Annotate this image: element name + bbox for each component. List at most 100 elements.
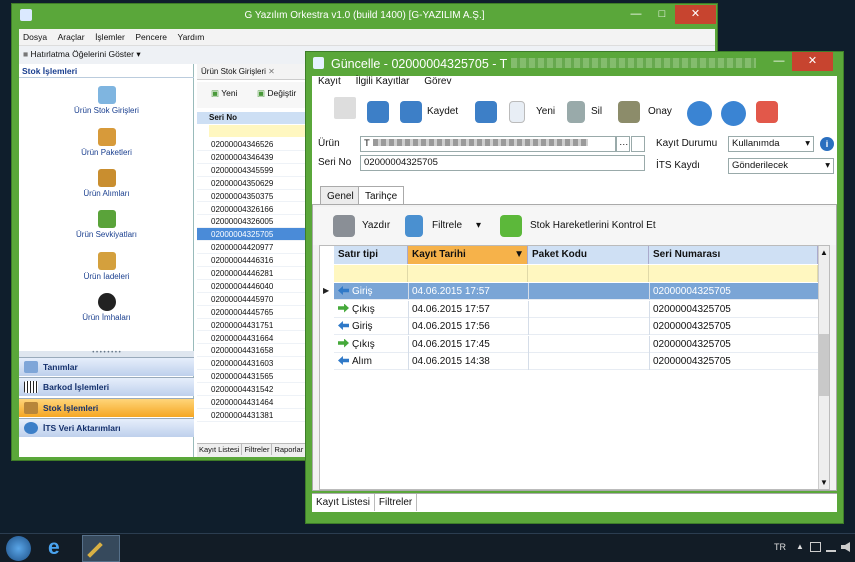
list-item[interactable]: 02000004446040: [197, 280, 315, 293]
list-item[interactable]: 02000004431658: [197, 344, 315, 358]
network-icon[interactable]: [826, 542, 836, 552]
tab-kayit-listesi[interactable]: Kayıt Listesi: [197, 444, 243, 455]
change-button[interactable]: ▣ Değiştir: [257, 88, 296, 99]
tab-kayit-listesi[interactable]: Kayıt Listesi: [312, 494, 375, 511]
menu-kayit[interactable]: Kayıt: [318, 76, 341, 87]
tab-raporlar[interactable]: Raporlar: [272, 444, 307, 455]
list-item[interactable]: 02000004420977: [197, 241, 315, 255]
list-item[interactable]: 02000004346439: [197, 151, 315, 164]
nav-its[interactable]: İTS Veri Aktarımları: [19, 418, 194, 437]
list-item[interactable]: 02000004346526: [197, 138, 315, 151]
side-item-alimlari[interactable]: Ürün Alımları: [19, 169, 194, 198]
col-satir-tipi[interactable]: Satır tipi: [334, 246, 408, 264]
internet-explorer-icon[interactable]: e: [48, 536, 78, 561]
save-button[interactable]: Kaydet: [400, 101, 470, 123]
nav-tanimlar[interactable]: Tanımlar: [19, 357, 194, 376]
filter-kayit-tarihi[interactable]: [408, 265, 528, 282]
table-row[interactable]: Alım 04.06.2015 14:38 02000004325705: [334, 353, 818, 370]
nav-barkod[interactable]: Barkod İşlemleri: [19, 377, 194, 396]
list-item[interactable]: 02000004431565: [197, 370, 315, 384]
volume-icon[interactable]: [841, 542, 850, 552]
tab-filtreler[interactable]: Filtreler: [375, 494, 418, 511]
filter-paket-kodu[interactable]: [528, 265, 649, 282]
print-button[interactable]: Yazdır: [333, 215, 393, 237]
list-item[interactable]: 02000004446316: [197, 254, 315, 267]
table-row[interactable]: Giriş 04.06.2015 17:57 02000004325705 ▶: [323, 283, 818, 300]
list-item[interactable]: 02000004345599: [197, 164, 315, 177]
filter-seri-numarasi[interactable]: [649, 265, 818, 282]
tab-stok-girisleri[interactable]: Ürün Stok Girişleri ✕: [197, 64, 315, 80]
side-item-paketleri[interactable]: Ürün Paketleri: [19, 128, 194, 157]
list-item[interactable]: 02000004445970: [197, 293, 315, 306]
maximize-icon[interactable]: □: [649, 5, 675, 24]
list-item[interactable]: 02000004431664: [197, 332, 315, 345]
list-item[interactable]: 02000004431751: [197, 319, 315, 332]
vertical-scrollbar[interactable]: ▲ ▼: [818, 246, 829, 489]
open-window-icon[interactable]: [631, 136, 645, 152]
new-button[interactable]: ▣ Yeni: [211, 88, 237, 99]
close-icon[interactable]: ✕: [792, 52, 833, 71]
menu-araclar[interactable]: Araçlar: [54, 29, 89, 45]
menu-ilgili-kayitlar[interactable]: İlgili Kayıtlar: [356, 76, 410, 87]
side-item-sevkiyatlari[interactable]: Ürün Sevkiyatları: [19, 210, 194, 239]
list-item[interactable]: 02000004445765: [197, 306, 315, 319]
info-icon[interactable]: i: [820, 137, 834, 151]
new-button[interactable]: Yeni: [509, 101, 559, 123]
scrollbar-thumb[interactable]: [819, 334, 829, 396]
close-icon[interactable]: ✕: [675, 5, 716, 24]
table-row[interactable]: Çıkış 04.06.2015 17:57 02000004325705: [334, 300, 818, 318]
main-titlebar[interactable]: G Yazılım Orkestra v1.0 (build 1400) [G-…: [12, 4, 717, 28]
table-row[interactable]: Çıkış 04.06.2015 17:45 02000004325705: [334, 335, 818, 353]
close-icon[interactable]: ✕: [268, 67, 275, 76]
check-movements-button[interactable]: Stok Hareketlerini Kontrol Et: [500, 215, 680, 237]
list-filter-row[interactable]: [209, 125, 315, 137]
side-item-iadeleri[interactable]: Ürün İadeleri: [19, 252, 194, 281]
side-item-imhalari[interactable]: Ürün İmhaları: [19, 293, 194, 322]
list-item[interactable]: 02000004326166: [197, 203, 315, 216]
menu-gorev[interactable]: Görev: [424, 76, 451, 87]
tab-genel[interactable]: Genel: [320, 186, 361, 206]
side-item-stok-girisleri[interactable]: Ürün Stok Girişleri: [19, 86, 194, 115]
list-item[interactable]: 02000004325705: [197, 228, 315, 242]
list-item[interactable]: 02000004446281: [197, 267, 315, 280]
list-item[interactable]: 02000004350375: [197, 190, 315, 203]
list-column-header[interactable]: Seri No: [197, 112, 315, 124]
list-item[interactable]: 02000004431464: [197, 396, 315, 409]
start-button[interactable]: [6, 536, 31, 561]
scroll-up-icon[interactable]: ▲: [820, 248, 828, 257]
tray-expand-icon[interactable]: ▲: [796, 542, 804, 551]
col-paket-kodu[interactable]: Paket Kodu: [528, 246, 649, 264]
minimize-icon[interactable]: —: [623, 5, 649, 24]
filter-button[interactable]: Filtrele ▾: [405, 215, 485, 237]
urun-field[interactable]: T: [360, 136, 616, 152]
dialog-titlebar[interactable]: Güncelle - 02000004325705 - T — ✕: [306, 52, 843, 74]
list-item[interactable]: 02000004431381: [197, 409, 315, 422]
menu-pencere[interactable]: Pencere: [131, 29, 171, 45]
tab-tarihce[interactable]: Tarihçe: [358, 186, 405, 206]
nav-stok[interactable]: Stok İşlemleri: [19, 398, 194, 417]
orkestra-taskbar-button[interactable]: [82, 535, 120, 562]
browse-button[interactable]: …: [616, 136, 630, 152]
menu-islemler[interactable]: İşlemler: [91, 29, 129, 45]
list-item[interactable]: 02000004326005: [197, 215, 315, 229]
col-kayit-tarihi[interactable]: Kayıt Tarihi ▼: [408, 246, 528, 264]
language-indicator[interactable]: TR: [774, 542, 786, 552]
list-item[interactable]: 02000004431542: [197, 383, 315, 396]
seri-field[interactable]: 02000004325705: [360, 155, 645, 171]
menu-yardim[interactable]: Yardım: [174, 29, 209, 45]
tab-filtreler[interactable]: Filtreler: [242, 444, 273, 455]
col-seri-numarasi[interactable]: Seri Numarası: [649, 246, 818, 264]
its-select[interactable]: Gönderilecek ▾: [728, 158, 834, 174]
status-select[interactable]: Kullanımda ▾: [728, 136, 814, 152]
filter-satir-tipi[interactable]: [334, 265, 408, 282]
action-center-icon[interactable]: [810, 542, 821, 552]
approve-button[interactable]: Onay: [618, 101, 678, 123]
list-item[interactable]: 02000004431603: [197, 357, 315, 371]
reminder-button[interactable]: ■ Hatırlatma Öğelerini Göster ▾: [23, 49, 141, 60]
scroll-down-icon[interactable]: ▼: [820, 478, 828, 487]
menu-dosya[interactable]: Dosya: [19, 29, 51, 45]
table-row[interactable]: Giriş 04.06.2015 17:56 02000004325705: [334, 318, 818, 335]
minimize-icon[interactable]: —: [766, 52, 792, 71]
list-item[interactable]: 02000004350629: [197, 177, 315, 190]
delete-button[interactable]: Sil: [567, 101, 607, 123]
